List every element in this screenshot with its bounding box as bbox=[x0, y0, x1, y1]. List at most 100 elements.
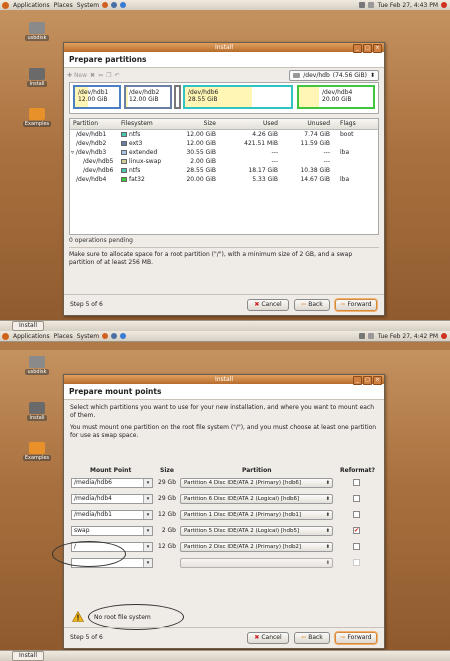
table-row[interactable]: /dev/hdb2 ext3 12.00 GiB 421.51 MiB 11.59 Gi… bbox=[70, 139, 378, 148]
partition-select[interactable]: Partition 5 Disc IDE/ATA 2 (Logical) [hd… bbox=[180, 526, 333, 536]
table-row[interactable]: /dev/hdb5 linux-swap 2.00 GiB --- --- bbox=[70, 157, 378, 166]
applications-menu[interactable]: Applications bbox=[13, 333, 50, 340]
partition-select[interactable]: ⬍ bbox=[180, 558, 333, 568]
size-cell: 28.55 GiB bbox=[186, 167, 216, 174]
partition-select[interactable]: Partition 1 Disc IDE/ATA 2 (Primary) [hd… bbox=[180, 510, 333, 520]
intro-text-1: Select which partitions you want to use … bbox=[70, 404, 375, 419]
table-row[interactable]: /dev/hdb4 fat32 20.00 GiB 5.33 GiB 14.67 GiB… bbox=[70, 175, 378, 184]
resize-icon[interactable]: ⇔ bbox=[98, 72, 103, 79]
forward-button[interactable]: ⇨ Forward bbox=[335, 299, 377, 311]
power-icon[interactable] bbox=[441, 2, 447, 8]
device-selector[interactable]: /dev/hdb (74.56 GiB) ⬍ bbox=[289, 70, 379, 81]
chevron-down-icon[interactable]: ▾ bbox=[143, 543, 152, 551]
desktop-icon-examples[interactable]: Examples bbox=[22, 442, 52, 461]
evolution-launcher-icon[interactable] bbox=[111, 333, 118, 339]
clock[interactable]: Tue Feb 27, 4:43 PM bbox=[378, 2, 438, 9]
volume-icon[interactable] bbox=[367, 2, 374, 8]
reformat-checkbox[interactable] bbox=[353, 479, 360, 486]
desktop-icon-install[interactable]: Install bbox=[22, 402, 52, 421]
partition-select[interactable]: Partition 2 Disc IDE/ATA 2 (Primary) [hd… bbox=[180, 542, 333, 552]
copy-icon[interactable]: ❐ bbox=[106, 72, 111, 79]
close-icon[interactable]: × bbox=[373, 44, 382, 53]
window-titlebar[interactable]: Install _ □ × bbox=[64, 43, 384, 53]
places-menu[interactable]: Places bbox=[54, 333, 73, 340]
partition-select[interactable]: Partition 4 Disc IDE/ATA 2 (Primary) [hd… bbox=[180, 478, 333, 488]
chevron-down-icon[interactable]: ▾ bbox=[143, 495, 152, 503]
evolution-launcher-icon[interactable] bbox=[111, 2, 118, 8]
system-menu[interactable]: System bbox=[77, 333, 99, 340]
power-icon[interactable] bbox=[441, 333, 447, 339]
filesystem: linux-swap bbox=[129, 158, 162, 165]
unused-cell: 11.59 GiB bbox=[300, 140, 330, 147]
pending-operations: 0 operations pending bbox=[69, 237, 133, 244]
delete-icon[interactable]: ✖ bbox=[90, 72, 95, 79]
chevron-down-icon[interactable]: ▾ bbox=[143, 559, 152, 567]
chevron-down-icon[interactable]: ▾ bbox=[143, 527, 152, 535]
ubuntu-logo-icon[interactable] bbox=[2, 332, 9, 340]
used-cell: --- bbox=[271, 149, 279, 156]
cancel-button[interactable]: ✖ Cancel bbox=[247, 632, 289, 644]
used-cell: 421.51 MiB bbox=[244, 140, 278, 147]
size-value: 2 Gb bbox=[161, 527, 176, 534]
table-row[interactable]: /dev/hdb1 ntfs 12.00 GiB 4.26 GiB 7.74 GiB bo… bbox=[70, 130, 378, 139]
network-icon[interactable] bbox=[358, 333, 365, 339]
desktop-icon-usbdisk[interactable]: usbdisk bbox=[22, 22, 52, 41]
desktop-icon-examples[interactable]: Examples bbox=[22, 108, 52, 127]
segment-hdb1[interactable]: /dev/hdb1 12.00 GiB bbox=[73, 85, 121, 109]
window-titlebar[interactable]: Install _ □ × bbox=[64, 375, 384, 385]
size-cell: 30.55 GiB bbox=[186, 149, 216, 156]
maximize-icon[interactable]: □ bbox=[363, 376, 372, 385]
firefox-launcher-icon[interactable] bbox=[102, 2, 109, 8]
ubuntu-logo-icon[interactable] bbox=[2, 1, 9, 9]
close-icon[interactable]: × bbox=[373, 376, 382, 385]
mount-point-combo[interactable]: /media/hdb4 ▾ bbox=[71, 494, 153, 504]
col-mount-point: Mount Point bbox=[90, 467, 132, 474]
used-cell: 5.33 GiB bbox=[252, 176, 278, 183]
mount-point-combo[interactable]: swap ▾ bbox=[71, 526, 153, 536]
mount-point-combo[interactable]: /media/hdb6 ▾ bbox=[71, 478, 153, 488]
cancel-button[interactable]: ✖ Cancel bbox=[247, 299, 289, 311]
mount-point-combo[interactable]: /media/hdb1 ▾ bbox=[71, 510, 153, 520]
reformat-checkbox[interactable] bbox=[353, 559, 360, 566]
help-launcher-icon[interactable] bbox=[120, 2, 127, 8]
desktop-icon-install[interactable]: Install bbox=[22, 68, 52, 87]
volume-icon[interactable] bbox=[367, 333, 374, 339]
back-button[interactable]: ⇦ Back bbox=[294, 299, 330, 311]
reformat-checkbox[interactable]: ✔ bbox=[353, 527, 360, 534]
partition-select[interactable]: Partition 6 Disc IDE/ATA 2 (Logical) [hd… bbox=[180, 494, 333, 504]
table-row[interactable]: /dev/hdb6 ntfs 28.55 GiB 18.17 GiB 10.38 GiB bbox=[70, 166, 378, 175]
reformat-checkbox[interactable] bbox=[353, 511, 360, 518]
chevron-down-icon[interactable]: ▾ bbox=[143, 511, 152, 519]
taskbar-install[interactable]: Install bbox=[12, 651, 45, 661]
segment-hdb6[interactable]: /dev/hdb6 28.55 GiB bbox=[183, 85, 293, 109]
table-row[interactable]: ▿ /dev/hdb3 extended 30.55 GiB --- --- lba bbox=[70, 148, 378, 157]
cancel-icon: ✖ bbox=[254, 301, 260, 308]
clock[interactable]: Tue Feb 27, 4:42 PM bbox=[378, 333, 438, 340]
desktop: usbdisk Install Examples Install _ □ × P… bbox=[0, 10, 450, 331]
undo-icon[interactable]: ↶ bbox=[114, 72, 119, 79]
minimize-icon[interactable]: _ bbox=[353, 44, 362, 53]
segment-hdb5-swap[interactable] bbox=[174, 85, 181, 109]
mount-row: /media/hdb1 ▾ 12 Gb Partition 1 Disc IDE/AT… bbox=[71, 510, 371, 521]
forward-arrow-icon: ⇨ bbox=[340, 301, 346, 308]
system-menu[interactable]: System bbox=[77, 2, 99, 9]
new-partition-button[interactable]: ✚ New bbox=[67, 72, 87, 79]
reformat-checkbox[interactable] bbox=[353, 495, 360, 502]
applications-menu[interactable]: Applications bbox=[13, 2, 50, 9]
back-button[interactable]: ⇦ Back bbox=[294, 632, 330, 644]
taskbar-install[interactable]: Install bbox=[12, 321, 45, 331]
chevron-down-icon: ⬍ bbox=[325, 512, 330, 518]
forward-button[interactable]: ⇨ Forward bbox=[335, 632, 377, 644]
help-launcher-icon[interactable] bbox=[120, 333, 127, 339]
desktop-icon-usbdisk[interactable]: usbdisk bbox=[22, 356, 52, 375]
network-icon[interactable] bbox=[358, 2, 365, 8]
maximize-icon[interactable]: □ bbox=[363, 44, 372, 53]
chevron-down-icon[interactable]: ▾ bbox=[143, 479, 152, 487]
minimize-icon[interactable]: _ bbox=[353, 376, 362, 385]
segment-hdb2[interactable]: /dev/hdb2 12.00 GiB bbox=[124, 85, 172, 109]
places-menu[interactable]: Places bbox=[54, 2, 73, 9]
cancel-icon: ✖ bbox=[254, 634, 260, 641]
firefox-launcher-icon[interactable] bbox=[102, 333, 109, 339]
segment-hdb4[interactable]: /dev/hdb4 20.00 GiB bbox=[297, 85, 375, 109]
reformat-checkbox[interactable] bbox=[353, 543, 360, 550]
